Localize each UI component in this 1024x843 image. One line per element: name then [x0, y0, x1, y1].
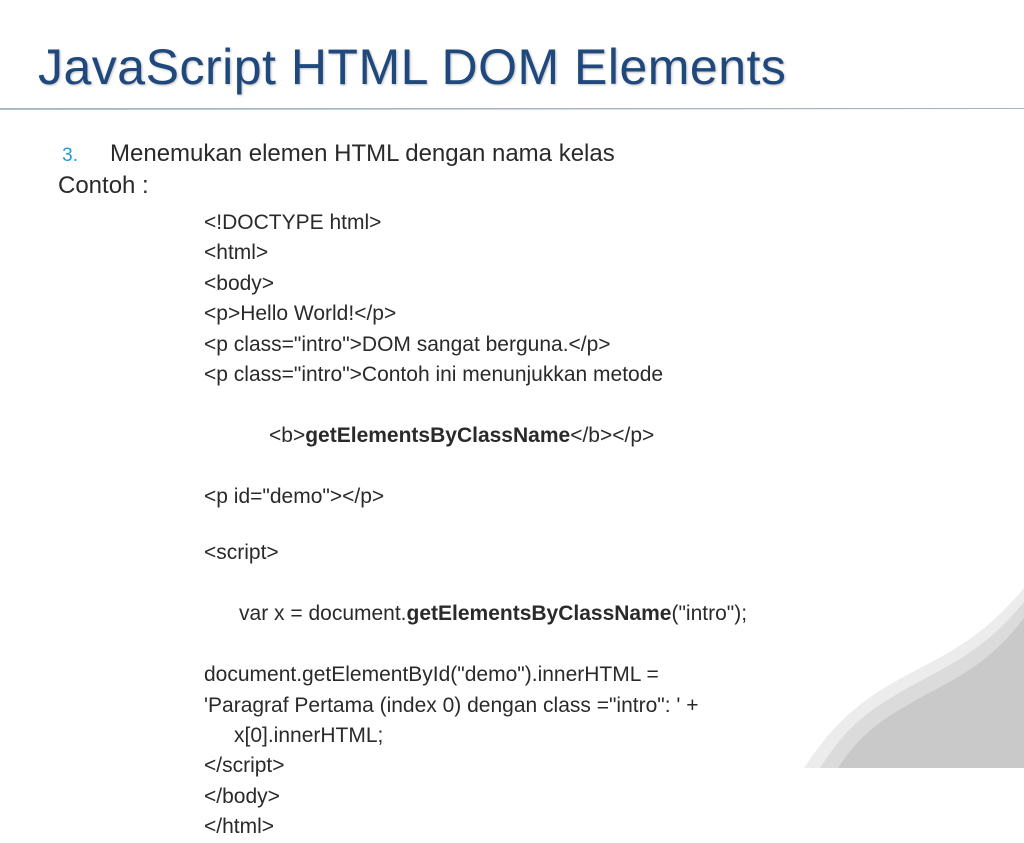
code-line: 'Paragraf Pertama (index 0) dengan class…	[204, 691, 954, 721]
code-bold: getElementsByClassName	[407, 602, 672, 625]
code-line: </html>	[204, 812, 954, 842]
list-number: 3.	[54, 145, 110, 167]
code-text: var x = document.	[239, 602, 407, 625]
list-heading: Menemukan elemen HTML dengan nama kelas	[110, 140, 615, 168]
code-line-wrap: <b>getElementsByClassName</b></p>	[204, 391, 954, 482]
title-underline	[0, 108, 1024, 110]
code-line-wrap: x[0].innerHTML;	[204, 721, 954, 751]
code-text: ("intro");	[671, 602, 747, 625]
code-line: <!DOCTYPE html>	[204, 208, 954, 238]
code-line: document.getElementById("demo").innerHTM…	[204, 660, 954, 690]
code-line: var x = document.getElementsByClassName(…	[204, 569, 954, 660]
code-line: <body>	[204, 269, 954, 299]
example-label: Contoh :	[58, 172, 954, 200]
code-line: <script>	[204, 538, 954, 568]
code-text: <b>	[269, 424, 305, 447]
code-text: </b></p>	[570, 424, 654, 447]
code-block: <!DOCTYPE html> <html> <body> <p>Hello W…	[204, 208, 954, 843]
slide-content: 3. Menemukan elemen HTML dengan nama kel…	[54, 140, 954, 843]
code-line: <p>Hello World!</p>	[204, 299, 954, 329]
code-line: <p class="intro">DOM sangat berguna.</p>	[204, 330, 954, 360]
code-bold: getElementsByClassName	[305, 424, 570, 447]
code-line: <html>	[204, 238, 954, 268]
code-line: </body>	[204, 782, 954, 812]
code-line: <p class="intro">Contoh ini menunjukkan …	[204, 360, 954, 390]
code-line: </script>	[204, 751, 954, 781]
numbered-item: 3. Menemukan elemen HTML dengan nama kel…	[54, 140, 954, 168]
code-line: <p id="demo"></p>	[204, 482, 954, 512]
slide-title: JavaScript HTML DOM Elements	[38, 38, 786, 96]
